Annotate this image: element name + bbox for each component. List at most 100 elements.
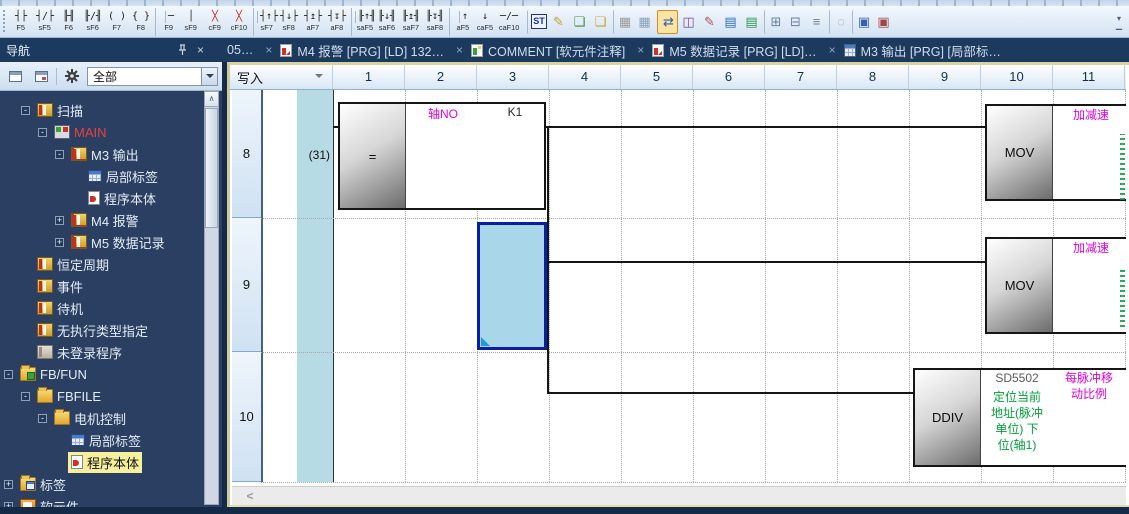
ladder-tool-button[interactable]: ╳ cF9	[203, 8, 227, 36]
ladder-tool-button[interactable]: ┤↥├ aF7	[301, 8, 325, 36]
settings-button[interactable]	[61, 65, 83, 87]
tree-item[interactable]: 局部标签	[0, 165, 203, 187]
tree-expander-icon[interactable]	[21, 392, 30, 401]
tree-item[interactable]: 未登录程序	[0, 341, 203, 363]
toolbar-grip[interactable]	[2, 10, 7, 34]
ladder-tool-button[interactable]: ─ F9	[155, 8, 179, 36]
device-batch-monitor-icon[interactable]: ▤	[720, 10, 741, 34]
ladder-tool-button[interactable]: { } F8	[129, 8, 153, 36]
tree-display-toggle-button[interactable]	[4, 65, 26, 87]
tab-close-icon[interactable]	[829, 43, 836, 57]
scroll-up-icon[interactable]	[205, 92, 218, 107]
edit-mode-cell[interactable]: 写入	[230, 65, 333, 89]
tree-filter-select[interactable]: 全部	[87, 67, 218, 86]
tree-item[interactable]: 待机	[0, 297, 203, 319]
st-program-icon[interactable]: ST	[527, 10, 548, 34]
operand-device[interactable]: SD5502	[982, 371, 1052, 385]
tree-item[interactable]: 程序本体	[0, 187, 203, 209]
document-tab[interactable]: M3 输出 [PRG] [局部标…	[840, 38, 1005, 62]
scroll-left-icon[interactable]	[239, 490, 261, 503]
tree-item[interactable]: 事件	[0, 275, 203, 297]
tree-scrollbar[interactable]	[204, 91, 219, 505]
tree-expander-icon[interactable]	[55, 238, 64, 247]
local-label-icon	[71, 434, 85, 446]
ladder-tool-button[interactable]: ╟↑╢ saF5	[351, 8, 375, 36]
chevron-down-icon[interactable]	[201, 68, 217, 85]
ladder-tool-button[interactable]: ┤/├ sF5	[33, 8, 57, 36]
tab-close-icon[interactable]	[637, 43, 644, 57]
ladder-tool-button[interactable]: ┤├ F5	[9, 8, 33, 36]
document-tab[interactable]: M4 报警 [PRG] [LD] 132…	[276, 38, 467, 62]
tree-item[interactable]: 标签	[0, 473, 203, 495]
tree-item[interactable]: 软元件	[0, 495, 203, 507]
horizontal-scrollbar[interactable]	[232, 486, 1126, 505]
toolbar-overflow-button[interactable]: ▾▁	[1113, 12, 1125, 32]
statement-list-icon[interactable]: ≡	[806, 10, 827, 34]
device-find-icon[interactable]: ✎	[699, 10, 720, 34]
cross-reference-icon[interactable]: ◫	[678, 10, 699, 34]
ladder-tool-button[interactable]: ↓ caF5	[473, 8, 497, 36]
tree-expander-icon[interactable]	[55, 150, 64, 159]
tab-close-icon[interactable]	[265, 43, 272, 57]
save-all-icon[interactable]: ▣	[873, 10, 894, 34]
ladder-tool-button[interactable]: ┤↧├ aF8	[325, 8, 349, 36]
tree-item[interactable]: M3 输出	[0, 143, 203, 165]
device-comment-edit-icon[interactable]: ✎	[548, 10, 569, 34]
ladder-tool-button[interactable]: ╟/╢ sF6	[81, 8, 105, 36]
operand-constant[interactable]: K1	[480, 105, 550, 119]
close-panel-icon[interactable]: ×	[197, 44, 204, 56]
document-tab[interactable]: 05…	[218, 38, 276, 62]
tree-item[interactable]: FBFILE	[0, 385, 203, 407]
ladder-tool-button[interactable]: ╟↓╢ saF6	[375, 8, 399, 36]
find-replace-icon[interactable]: ⇄	[657, 10, 678, 34]
ladder-tool-button[interactable]: ┤↓├ sF8	[277, 8, 301, 36]
tree-expander-icon[interactable]	[55, 216, 64, 225]
tree-item[interactable]: M4 报警	[0, 209, 203, 231]
tree-item[interactable]: 局部标签	[0, 429, 203, 451]
operand-label[interactable]: 轴NO	[408, 105, 478, 122]
tree-item[interactable]: FB/FUN	[0, 363, 203, 385]
ladder-tool-button[interactable]: ╳ cF10	[227, 8, 251, 36]
selected-cell[interactable]	[477, 222, 547, 350]
tab-close-icon[interactable]	[456, 43, 463, 57]
statement-edit-icon[interactable]: ❏	[569, 10, 590, 34]
tree-item[interactable]: 扫描	[0, 99, 203, 121]
ladder-tool-button[interactable]: ─/─ caF10	[497, 8, 521, 36]
tree-expander-icon[interactable]	[4, 480, 13, 489]
tree-item[interactable]: 恒定周期	[0, 253, 203, 275]
tree-item[interactable]: M5 数据记录	[0, 231, 203, 253]
row-number[interactable]: 9	[232, 218, 261, 352]
watch-window-icon[interactable]: ▤	[741, 10, 762, 34]
ladder-tool-button[interactable]: ╟↥╢ saF7	[399, 8, 423, 36]
insert-row-icon[interactable]: ⊞	[764, 10, 785, 34]
tree-expander-icon[interactable]	[4, 370, 13, 379]
statement-display-icon[interactable]: ▦	[634, 10, 655, 34]
tree-item[interactable]: 电机控制	[0, 407, 203, 429]
delete-row-icon[interactable]: ⊟	[785, 10, 806, 34]
tree-item[interactable]: 无执行类型指定	[0, 319, 203, 341]
tree-collapse-button[interactable]	[30, 65, 52, 87]
note-edit-icon[interactable]: ❏	[590, 10, 611, 34]
ladder-tool-button[interactable]: ↑ aF5	[449, 8, 473, 36]
comment-bubble-icon[interactable]: ◌	[829, 10, 850, 34]
save-program-icon[interactable]: ▣	[852, 10, 873, 34]
tree-expander-icon[interactable]	[38, 128, 47, 137]
filter-value: 全部	[93, 68, 117, 85]
tree-item[interactable]: MAIN	[0, 121, 203, 143]
ladder-tool-button[interactable]: ╟╢ F6	[57, 8, 81, 36]
row-number[interactable]: 10	[232, 352, 261, 482]
ladder-tool-button[interactable]: ╟↧╢ saF8	[423, 8, 447, 36]
document-tab[interactable]: COMMENT [软元件注释]	[467, 38, 648, 62]
scrollbar-thumb[interactable]	[205, 108, 218, 228]
tree-item[interactable]: 程序本体	[0, 451, 203, 473]
ladder-tool-button[interactable]: │ sF9	[179, 8, 203, 36]
ladder-tool-button[interactable]: ( ) F7	[105, 8, 129, 36]
document-tab[interactable]: M5 数据记录 [PRG] [LD]…	[648, 38, 839, 62]
mode-dropdown-icon[interactable]	[315, 74, 323, 78]
tree-expander-icon[interactable]	[38, 414, 47, 423]
comment-display-icon[interactable]: ▦	[613, 10, 634, 34]
row-number[interactable]: 8	[232, 90, 261, 218]
pin-icon[interactable]	[177, 44, 188, 56]
ladder-tool-button[interactable]: ┤↑├ sF7	[253, 8, 277, 36]
tree-expander-icon[interactable]	[21, 106, 30, 115]
